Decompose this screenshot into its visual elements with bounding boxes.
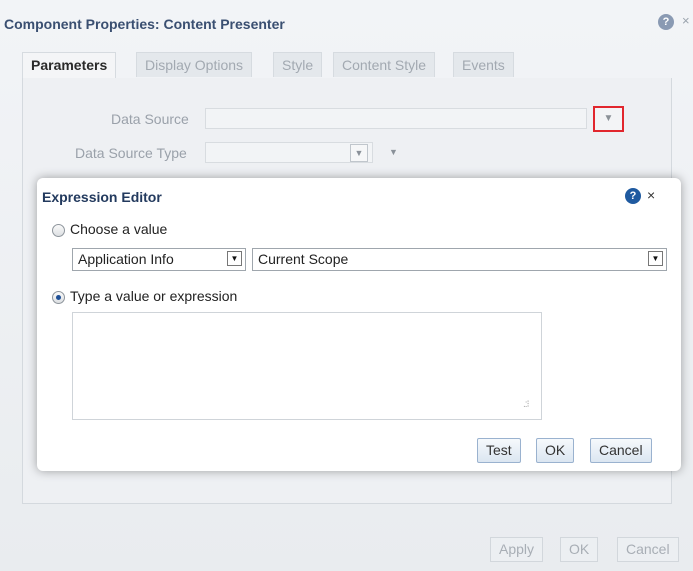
expression-textarea[interactable] [72, 312, 542, 420]
data-source-type-select[interactable] [205, 142, 373, 163]
chevron-down-icon[interactable]: ▼ [389, 147, 398, 157]
tab-bar: Parameters Display Options Style Content… [22, 52, 672, 79]
ok-button[interactable]: OK [560, 537, 599, 562]
data-source-label: Data Source [111, 111, 189, 127]
tab-content-style[interactable]: Content Style [333, 52, 436, 77]
tab-display-options[interactable]: Display Options [136, 52, 253, 77]
chevron-down-icon: ▼ [603, 113, 614, 124]
data-source-dropdown-button[interactable]: ▼ [593, 106, 624, 132]
cancel-button[interactable]: Cancel [590, 438, 652, 463]
choose-value-radio[interactable] [52, 224, 65, 237]
dialog-title: Component Properties: Content Presenter [4, 16, 285, 32]
help-icon[interactable]: ? [625, 188, 641, 204]
chevron-down-icon[interactable]: ▼ [648, 251, 663, 266]
expression-editor-dialog: Expression Editor ? × Choose a value App… [37, 178, 681, 471]
close-icon[interactable]: × [647, 187, 655, 203]
close-icon[interactable]: × [682, 13, 690, 28]
tab-parameters[interactable]: Parameters [22, 52, 117, 79]
tab-style[interactable]: Style [273, 52, 323, 77]
ok-button[interactable]: OK [536, 438, 575, 463]
expression-editor-title: Expression Editor [42, 189, 162, 205]
help-icon[interactable]: ? [658, 14, 674, 30]
data-source-type-label: Data Source Type [75, 145, 187, 161]
resize-grip-icon[interactable]: .:⁝ [523, 399, 530, 410]
cancel-button[interactable]: Cancel [617, 537, 679, 562]
chevron-down-icon[interactable]: ▼ [350, 144, 368, 162]
tab-events[interactable]: Events [453, 52, 514, 77]
test-button[interactable]: Test [477, 438, 521, 463]
category-select-value: Application Info [78, 251, 174, 267]
apply-button[interactable]: Apply [490, 537, 544, 562]
data-source-field[interactable] [205, 108, 587, 129]
scope-select[interactable]: Current Scope ▼ [252, 248, 667, 271]
type-expression-radio[interactable] [52, 291, 65, 304]
chevron-down-icon[interactable]: ▼ [227, 251, 242, 266]
choose-value-label: Choose a value [70, 221, 168, 237]
category-select[interactable]: Application Info ▼ [72, 248, 246, 271]
scope-select-value: Current Scope [258, 251, 349, 267]
type-expression-label: Type a value or expression [70, 288, 238, 304]
